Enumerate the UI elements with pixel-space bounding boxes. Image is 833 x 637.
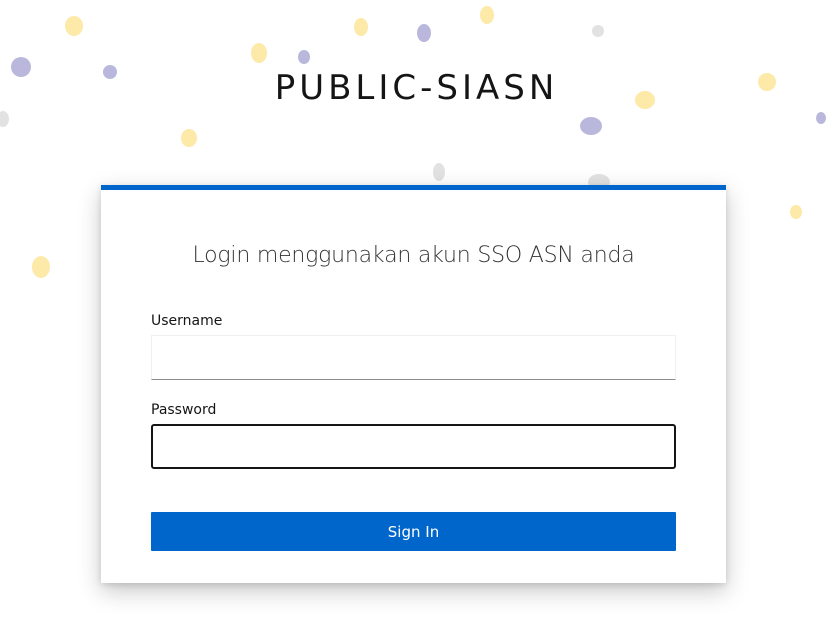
confetti-dot [65, 16, 83, 36]
confetti-dot [580, 117, 602, 135]
brand-title: PUBLIC-SIASN [274, 68, 559, 108]
password-input[interactable] [151, 424, 676, 469]
confetti-dot [181, 129, 197, 147]
confetti-dot [354, 18, 368, 36]
confetti-dot [0, 111, 9, 127]
username-label: Username [151, 313, 223, 329]
sign-in-button[interactable]: Sign In [151, 512, 676, 551]
confetti-dot [480, 6, 494, 24]
confetti-dot [433, 163, 445, 181]
confetti-dot [298, 50, 310, 64]
username-input[interactable] [151, 335, 676, 380]
confetti-dot [790, 205, 802, 219]
login-heading: Login menggunakan akun SSO ASN anda [192, 243, 635, 268]
confetti-dot [251, 43, 267, 63]
password-label: Password [151, 402, 217, 418]
confetti-dot [417, 24, 431, 42]
login-card: Login menggunakan akun SSO ASN anda User… [101, 185, 726, 583]
login-page: PUBLIC-SIASN Login menggunakan akun SSO … [0, 0, 833, 637]
confetti-dot [592, 25, 604, 37]
confetti-dot [32, 256, 50, 278]
confetti-dot [816, 112, 826, 124]
